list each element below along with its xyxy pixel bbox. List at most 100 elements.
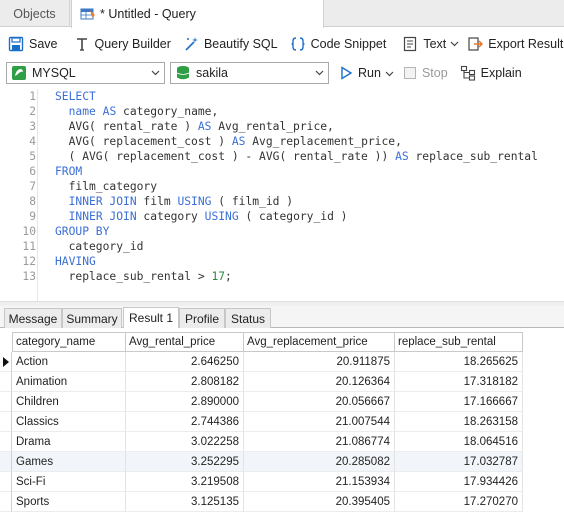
braces-icon <box>291 36 305 51</box>
cell-avg-replacement-price[interactable]: 21.007544 <box>244 412 395 432</box>
explain-label: Explain <box>480 66 522 80</box>
cell-category-name[interactable]: Classics <box>12 412 126 432</box>
tab-bar: Objects * Untitled - Query <box>0 0 564 28</box>
result-grid[interactable]: category_name Avg_rental_price Avg_repla… <box>0 332 564 515</box>
explain-tree-icon <box>460 65 475 81</box>
column-header-avg-replacement-price[interactable]: Avg_replacement_price <box>244 332 395 352</box>
row-selector[interactable] <box>0 432 12 452</box>
cell-replace-sub-rental[interactable]: 18.064516 <box>395 432 523 452</box>
cell-avg-rental-price[interactable]: 3.252295 <box>126 452 244 472</box>
cell-replace-sub-rental[interactable]: 18.265625 <box>395 352 523 372</box>
cell-replace-sub-rental[interactable]: 17.166667 <box>395 392 523 412</box>
cell-avg-rental-price[interactable]: 2.646250 <box>126 352 244 372</box>
tab-status[interactable]: Status <box>225 308 271 328</box>
stop-button[interactable]: Stop <box>403 66 448 80</box>
line-number: 11 <box>22 240 36 253</box>
sql-editor[interactable]: 1 2 3 4 5 6 7 8 9 10 11 12 13 SELECT nam… <box>0 89 564 301</box>
row-selector[interactable] <box>0 412 12 432</box>
sql-keyword: name <box>68 105 96 118</box>
code-line: category_id <box>55 240 144 253</box>
connection-toolbar: MYSQL sakila Run Stop Explain <box>0 60 564 86</box>
cell-avg-rental-price[interactable]: 2.744386 <box>126 412 244 432</box>
cell-avg-rental-price[interactable]: 2.808182 <box>126 372 244 392</box>
export-result-button[interactable]: Export Result <box>465 32 564 56</box>
cell-avg-replacement-price[interactable]: 20.911875 <box>244 352 395 372</box>
database-icon <box>176 66 190 80</box>
cell-category-name[interactable]: Games <box>12 452 126 472</box>
stop-checkbox-icon <box>403 67 416 79</box>
cell-avg-rental-price[interactable]: 3.125135 <box>126 492 244 512</box>
cell-replace-sub-rental[interactable]: 18.263158 <box>395 412 523 432</box>
cell-avg-replacement-price[interactable]: 21.153934 <box>244 472 395 492</box>
code-line: AVG( rental_rate ) AS Avg_rental_price, <box>55 120 334 133</box>
database-select[interactable]: sakila <box>170 62 329 84</box>
magic-wand-icon <box>185 36 198 51</box>
cell-category-name[interactable]: Sci-Fi <box>12 472 126 492</box>
cell-avg-rental-price[interactable]: 2.890000 <box>126 392 244 412</box>
sql-keyword: SELECT <box>55 90 96 103</box>
cell-avg-rental-price[interactable]: 3.022258 <box>126 432 244 452</box>
row-selector[interactable] <box>0 472 12 492</box>
row-selector[interactable] <box>0 392 12 412</box>
row-selector[interactable] <box>0 492 12 512</box>
sql-keyword: INNER JOIN <box>68 195 137 208</box>
cell-replace-sub-rental[interactable]: 17.318182 <box>395 372 523 392</box>
cell-category-name[interactable]: Sports <box>12 492 126 512</box>
explain-button[interactable]: Explain <box>460 65 522 81</box>
save-icon <box>8 36 24 51</box>
run-button[interactable]: Run <box>339 66 394 80</box>
chevron-down-icon <box>385 71 394 76</box>
line-number: 10 <box>22 225 36 238</box>
cell-category-name[interactable]: Children <box>12 392 126 412</box>
line-number: 7 <box>29 180 36 193</box>
code-line: AVG( replacement_cost ) AS Avg_replaceme… <box>55 135 402 148</box>
sql-number: 17 <box>211 270 226 283</box>
save-label: Save <box>29 36 58 51</box>
current-row-arrow-icon <box>3 357 9 367</box>
tab-query[interactable]: * Untitled - Query <box>71 0 324 28</box>
beautify-sql-button[interactable]: Beautify SQL <box>181 32 280 56</box>
tab-summary[interactable]: Summary <box>62 308 122 328</box>
connection-select[interactable]: MYSQL <box>6 62 165 84</box>
column-header-replace-sub-rental[interactable]: replace_sub_rental <box>395 332 523 352</box>
cell-avg-replacement-price[interactable]: 20.395405 <box>244 492 395 512</box>
sql-keyword: USING <box>177 195 212 208</box>
cell-category-name[interactable]: Animation <box>12 372 126 392</box>
line-number: 2 <box>29 105 36 118</box>
tab-profile[interactable]: Profile <box>179 308 225 328</box>
cell-avg-replacement-price[interactable]: 20.285082 <box>244 452 395 472</box>
code-line: INNER JOIN film USING ( film_id ) <box>68 195 294 208</box>
query-builder-button[interactable]: Query Builder <box>72 32 173 56</box>
code-snippet-button[interactable]: Code Snippet <box>288 32 389 56</box>
cell-category-name[interactable]: Drama <box>12 432 126 452</box>
cell-replace-sub-rental[interactable]: 17.934426 <box>395 472 523 492</box>
tab-message[interactable]: Message <box>4 308 62 328</box>
line-number: 3 <box>29 120 36 133</box>
code-line: film_category <box>55 180 158 193</box>
tab-objects[interactable]: Objects <box>0 0 70 27</box>
tab-result-1[interactable]: Result 1 <box>123 307 179 328</box>
column-header-category-name[interactable]: category_name <box>12 332 126 352</box>
chevron-down-icon <box>151 70 160 76</box>
database-value: sakila <box>196 66 228 80</box>
line-number: 8 <box>29 195 36 208</box>
text-doc-icon <box>404 36 417 51</box>
save-button[interactable]: Save <box>6 32 60 56</box>
cell-avg-replacement-price[interactable]: 21.086774 <box>244 432 395 452</box>
cell-avg-rental-price[interactable]: 3.219508 <box>126 472 244 492</box>
sql-keyword: AS <box>395 150 409 163</box>
row-selector[interactable] <box>0 352 12 372</box>
row-selector[interactable] <box>0 372 12 392</box>
query-builder-label: Query Builder <box>94 36 171 51</box>
column-header-avg-rental-price[interactable]: Avg_rental_price <box>126 332 244 352</box>
cell-replace-sub-rental[interactable]: 17.270270 <box>395 492 523 512</box>
cell-avg-replacement-price[interactable]: 20.126364 <box>244 372 395 392</box>
run-label: Run <box>358 66 381 80</box>
cell-replace-sub-rental[interactable]: 17.032787 <box>395 452 523 472</box>
row-selector[interactable] <box>0 452 12 472</box>
text-button[interactable]: Text <box>400 32 461 56</box>
sql-keyword: INNER JOIN <box>68 210 137 223</box>
cell-category-name[interactable]: Action <box>12 352 126 372</box>
export-result-label: Export Result <box>488 36 564 51</box>
cell-avg-replacement-price[interactable]: 20.056667 <box>244 392 395 412</box>
